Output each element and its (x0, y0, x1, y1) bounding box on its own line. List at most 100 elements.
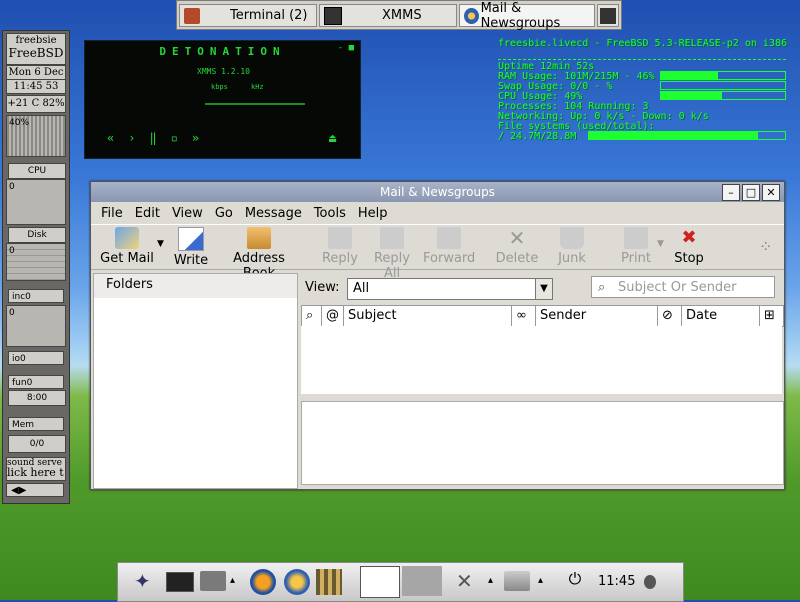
ticker-line2: lick here t (7, 466, 64, 479)
junk-icon (560, 227, 584, 249)
fun-label: fun0 (8, 375, 64, 389)
inc-zero: 0 (9, 308, 15, 318)
address-book-icon (247, 227, 271, 249)
menu-tools[interactable]: Tools (314, 206, 346, 221)
column-picker-icon[interactable]: ⊞ (760, 306, 782, 326)
temp-label: +21 C (7, 98, 40, 109)
mail-count-label: 0/0 (29, 439, 45, 449)
sender-column[interactable]: Sender (536, 306, 658, 326)
delete-button[interactable]: ✕ Delete (495, 227, 539, 266)
view-select-value: All (353, 281, 370, 296)
junk-button[interactable]: Junk (555, 227, 589, 266)
print-button[interactable]: Print (619, 227, 653, 266)
task-mail[interactable]: Mail & Newsgroups (459, 1, 595, 31)
folder-icon[interactable] (200, 571, 226, 591)
menu-view[interactable]: View (172, 206, 203, 221)
mail-titlebar[interactable]: Mail & Newsgroups – □ ✕ (91, 182, 784, 202)
xmms-seek[interactable] (205, 103, 305, 105)
reply-all-icon (380, 227, 404, 249)
cpu-label: CPU (8, 163, 66, 179)
xmms-controls[interactable]: «›‖▫» (107, 131, 213, 145)
os-label: FreeBSD (8, 46, 64, 60)
write-button[interactable]: Write (173, 227, 209, 268)
task-terminal[interactable]: Terminal (2) (179, 4, 317, 27)
sound-ticker[interactable]: sound serve lick here t (6, 457, 66, 481)
read-column-icon[interactable]: ∞ (512, 306, 536, 326)
junk-column-icon[interactable]: ⊘ (658, 306, 682, 326)
terminal-icon (184, 7, 200, 24)
junk-label: Junk (558, 251, 586, 266)
inc-label: inc0 (8, 289, 64, 303)
stop-button[interactable]: ✖ Stop (673, 227, 705, 266)
menu-go[interactable]: Go (215, 206, 233, 221)
xmms-version: XMMS 1.2.10 (197, 67, 250, 76)
throbber-icon: ⁘ (759, 237, 773, 256)
message-list[interactable] (301, 326, 782, 394)
reply-label: Reply (321, 251, 358, 266)
get-mail-button[interactable]: Get Mail (99, 227, 155, 266)
print-dropdown[interactable]: ▼ (657, 239, 664, 249)
battery-label: 82% (42, 98, 65, 109)
maximize-button[interactable]: □ (742, 184, 760, 201)
terminal-launcher-icon[interactable] (166, 572, 194, 592)
firefox-icon[interactable] (250, 569, 276, 595)
tools-icon[interactable]: ✕ (456, 569, 482, 595)
xmms-icon (324, 6, 342, 25)
menu-edit[interactable]: Edit (135, 206, 160, 221)
view-row: View: All ▼ ⌕ Subject Or Sender (301, 273, 782, 303)
reply-button[interactable]: Reply (321, 227, 359, 266)
printer-icon[interactable] (504, 571, 530, 591)
pager-workspace-2[interactable] (402, 566, 442, 596)
dock-expander-icon-3[interactable]: ▴ (538, 575, 548, 601)
gkrellm-sensors: +21 C 82% (6, 95, 66, 113)
xmms-window-controls[interactable]: - ■ (338, 43, 354, 53)
system-info: freesbie.livecd - FreeBSD 5.3-RELEASE-p2… (498, 39, 798, 142)
forward-label: Forward (423, 251, 476, 266)
mail-window-title: Mail & Newsgroups (380, 185, 495, 199)
task-xmms[interactable]: XMMS (319, 4, 457, 27)
dock-expander-icon[interactable]: ▴ (230, 575, 240, 601)
dock-expander-icon-2[interactable]: ▴ (488, 575, 498, 601)
ticker-controls[interactable]: ◀▶ (6, 483, 64, 497)
write-icon (178, 227, 204, 251)
window-taskbar: Terminal (2) XMMS Mail & Newsgroups (176, 0, 622, 31)
search-input[interactable]: ⌕ Subject Or Sender (591, 276, 775, 298)
io-label: io0 (8, 351, 64, 365)
volume-icon[interactable] (644, 575, 656, 589)
menu-help[interactable]: Help (358, 206, 388, 221)
media-player-icon[interactable] (316, 569, 342, 595)
print-label: Print (621, 251, 651, 266)
view-select[interactable]: All ▼ (347, 278, 553, 300)
subject-column[interactable]: Subject (344, 306, 512, 326)
cpu-bar-fill (661, 92, 722, 99)
cpu-graph: 40% (6, 115, 66, 157)
fs-bar (588, 131, 786, 140)
mail-icon (464, 7, 479, 24)
forward-button[interactable]: Forward (423, 227, 475, 266)
close-button[interactable]: ✕ (762, 184, 780, 201)
thunderbird-icon[interactable] (284, 569, 310, 595)
get-mail-dropdown[interactable]: ▼ (157, 239, 164, 249)
xmms-title: DETONATION (159, 45, 286, 58)
forward-icon (437, 227, 461, 249)
menu-message[interactable]: Message (245, 206, 302, 221)
message-preview[interactable] (301, 401, 784, 485)
xmms-player: DETONATION - ■ XMMS 1.2.10 kbps kHz «›‖▫… (84, 40, 361, 159)
thread-column-icon[interactable]: ⌕ (302, 306, 322, 326)
dock-clock[interactable]: 11:45 (598, 574, 640, 600)
freebsd-icon[interactable]: ✦ (134, 569, 160, 595)
minimize-button[interactable]: – (722, 184, 740, 201)
attachment-column-icon[interactable]: @ (322, 306, 344, 326)
ram-bar (660, 71, 786, 80)
pager-workspace-1[interactable] (360, 566, 400, 598)
xmms-eject-icon[interactable]: ⏏ (329, 131, 336, 145)
mail-count[interactable]: 0/0 (8, 435, 66, 453)
reply-icon (328, 227, 352, 249)
power-icon[interactable]: ⏻ (562, 569, 588, 595)
message-list-header: ⌕ @ Subject ∞ Sender ⊘ Date ⊞ (301, 305, 784, 327)
get-mail-label: Get Mail (100, 251, 154, 266)
disk-zero: 0 (9, 246, 15, 256)
menu-file[interactable]: File (101, 206, 123, 221)
task-extra[interactable] (597, 4, 619, 27)
date-column[interactable]: Date (682, 306, 760, 326)
